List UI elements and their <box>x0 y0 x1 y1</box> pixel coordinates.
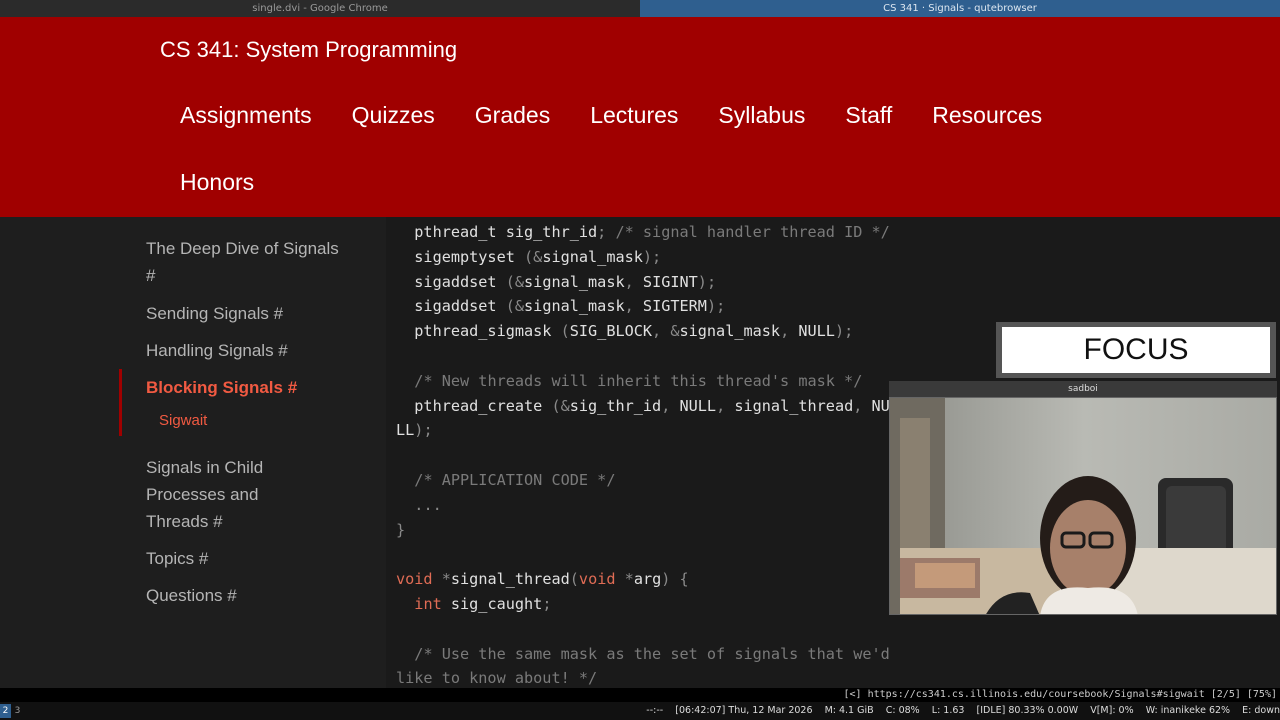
site-header: CS 341: System Programming Assignments Q… <box>0 17 1280 217</box>
workspace-3[interactable]: 3 <box>12 704 23 718</box>
nav-quizzes[interactable]: Quizzes <box>332 92 455 159</box>
toc-blocking-signals[interactable]: Blocking Signals # <box>146 374 346 401</box>
chrome-window-title[interactable]: single.dvi - Google Chrome <box>0 0 640 17</box>
toc-handling-signals[interactable]: Handling Signals # <box>146 337 346 364</box>
nav-lectures[interactable]: Lectures <box>570 92 698 159</box>
toc-active-indicator <box>119 369 122 436</box>
toc-deep-dive[interactable]: The Deep Dive of Signals # <box>146 235 346 289</box>
workspace-2[interactable]: 2 <box>0 704 11 718</box>
code-text: pthread_t sig_thr_id; /* signal handler … <box>396 223 890 688</box>
site-title[interactable]: CS 341: System Programming <box>160 37 457 63</box>
nav-resources[interactable]: Resources <box>912 92 1062 159</box>
webcam-video <box>889 397 1277 615</box>
webcam-image <box>890 398 1276 614</box>
screen: single.dvi - Google Chrome CS 341 · Sign… <box>0 0 1280 720</box>
qutebrowser-window-title[interactable]: CS 341 · Signals - qutebrowser <box>640 0 1280 17</box>
main-nav: Assignments Quizzes Grades Lectures Syll… <box>160 92 1110 226</box>
nav-grades[interactable]: Grades <box>455 92 570 159</box>
toc-sending-signals[interactable]: Sending Signals # <box>146 300 346 327</box>
toc-topics[interactable]: Topics # <box>146 545 346 572</box>
nav-assignments[interactable]: Assignments <box>160 92 332 159</box>
nav-honors[interactable]: Honors <box>160 159 274 226</box>
url-status-bar[interactable]: [<] https://cs341.cs.illinois.edu/course… <box>0 688 1280 702</box>
toc-sigwait[interactable]: Sigwait <box>159 412 207 429</box>
focus-label: FOCUS <box>1002 327 1270 373</box>
nav-syllabus[interactable]: Syllabus <box>698 92 825 159</box>
focus-overlay: FOCUS <box>996 322 1276 378</box>
toc-sidebar: The Deep Dive of Signals # Sending Signa… <box>0 217 386 690</box>
webcam-title[interactable]: sadboi <box>889 381 1277 397</box>
system-taskbar: 2 3 --:-- [06:42:07] Thu, 12 Mar 2026 M:… <box>0 702 1280 720</box>
toc-child-processes[interactable]: Signals in Child Processes and Threads # <box>146 454 286 535</box>
system-status: --:-- [06:42:07] Thu, 12 Mar 2026 M: 4.1… <box>646 705 1280 716</box>
nav-staff[interactable]: Staff <box>825 92 912 159</box>
toc-questions[interactable]: Questions # <box>146 582 346 609</box>
